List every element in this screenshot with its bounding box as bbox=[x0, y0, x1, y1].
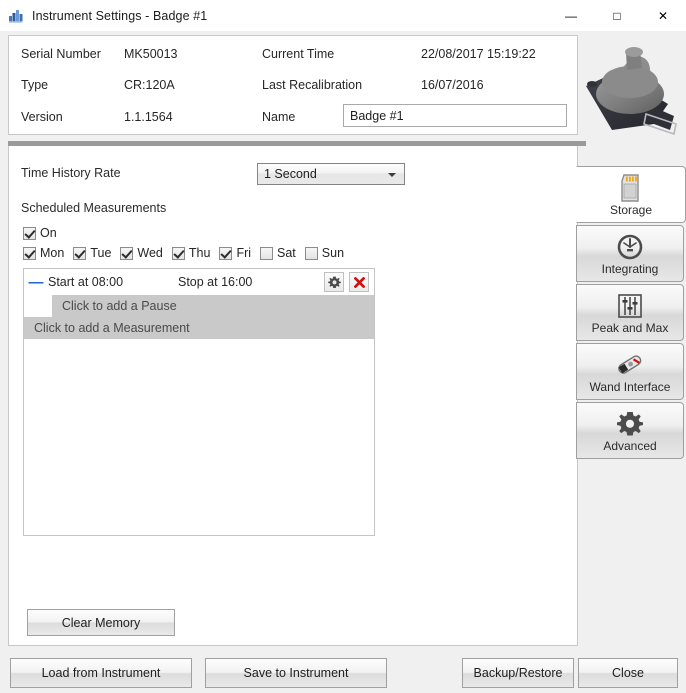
checkbox-thu[interactable]: Thu bbox=[171, 246, 211, 260]
checkbox-thu-box bbox=[171, 246, 185, 260]
tab-integrating[interactable]: Integrating bbox=[576, 225, 684, 282]
checkbox-tue-box bbox=[73, 246, 87, 260]
schedule-settings-button[interactable] bbox=[324, 272, 344, 292]
device-preview-image bbox=[582, 38, 682, 158]
checkbox-thu-label: Thu bbox=[188, 246, 211, 260]
checkbox-fri[interactable]: Fri bbox=[219, 246, 251, 260]
gear-icon bbox=[617, 410, 643, 438]
gear-icon bbox=[327, 276, 341, 288]
title-bar: Instrument Settings - Badge #1 — □ ✕ bbox=[0, 0, 686, 31]
clear-memory-button[interactable]: Clear Memory bbox=[27, 609, 175, 636]
checkbox-sat-box bbox=[260, 246, 274, 260]
checkbox-tue-label: Tue bbox=[90, 246, 112, 260]
footer-button-bar: Load from Instrument Save to Instrument … bbox=[0, 655, 686, 693]
storage-tab-panel: Time History Rate 1 Second Scheduled Mea… bbox=[8, 146, 578, 646]
checkbox-on-box bbox=[23, 226, 36, 240]
version-value: 1.1.1564 bbox=[124, 110, 173, 124]
checkbox-tue[interactable]: Tue bbox=[73, 246, 111, 260]
version-label: Version bbox=[21, 110, 63, 124]
name-label: Name bbox=[262, 110, 296, 124]
gauge-icon bbox=[617, 233, 643, 261]
last-recalibration-label: Last Recalibration bbox=[262, 78, 363, 92]
last-recalibration-value: 16/07/2016 bbox=[421, 78, 484, 92]
current-time-label: Current Time bbox=[262, 47, 335, 61]
window-controls: — □ ✕ bbox=[548, 0, 686, 31]
time-history-rate-select[interactable]: 1 Second bbox=[257, 163, 405, 185]
checkbox-wed[interactable]: Wed bbox=[120, 246, 163, 260]
tab-integrating-label: Integrating bbox=[601, 261, 659, 276]
checkbox-wed-label: Wed bbox=[137, 246, 163, 260]
schedule-start-text: Start at 08:00 bbox=[48, 275, 124, 289]
chevron-down-icon bbox=[388, 173, 396, 177]
checkbox-on[interactable]: On bbox=[23, 226, 57, 240]
maximize-button[interactable]: □ bbox=[594, 0, 640, 31]
time-history-rate-label: Time History Rate bbox=[21, 166, 121, 180]
checkbox-wed-box bbox=[120, 246, 134, 260]
add-pause-row[interactable]: Click to add a Pause bbox=[52, 295, 374, 317]
scheduled-on-row: On bbox=[23, 226, 66, 240]
window-title: Instrument Settings - Badge #1 bbox=[32, 8, 208, 23]
type-value: CR:120A bbox=[124, 78, 175, 92]
settings-tab-strip: Storage Integrating Peak and Max Wand In… bbox=[576, 166, 686, 461]
tab-peak-and-max[interactable]: Peak and Max bbox=[576, 284, 684, 341]
sd-card-icon bbox=[620, 173, 642, 202]
schedule-stop-text: Stop at 16:00 bbox=[178, 275, 253, 289]
tab-storage[interactable]: Storage bbox=[576, 166, 686, 223]
tab-wand-interface[interactable]: Wand Interface bbox=[576, 343, 684, 400]
red-x-icon bbox=[353, 276, 365, 288]
weekday-checkbox-row: Mon Tue Wed Thu Fri Sat Sun bbox=[23, 246, 353, 260]
checkbox-fri-label: Fri bbox=[236, 246, 252, 260]
close-window-button[interactable]: ✕ bbox=[640, 0, 686, 31]
app-chart-icon bbox=[8, 8, 24, 24]
checkbox-mon-box bbox=[23, 246, 36, 260]
checkbox-on-label: On bbox=[40, 226, 57, 240]
save-to-instrument-button[interactable]: Save to Instrument bbox=[205, 658, 387, 688]
schedule-list[interactable]: — Start at 08:00 Stop at 16:00 Click to … bbox=[23, 268, 375, 536]
schedule-delete-button[interactable] bbox=[349, 272, 369, 292]
checkbox-mon[interactable]: Mon bbox=[23, 246, 64, 260]
checkbox-sat[interactable]: Sat bbox=[260, 246, 296, 260]
instrument-name-input[interactable] bbox=[343, 104, 567, 127]
tab-advanced-label: Advanced bbox=[603, 438, 657, 453]
tab-advanced[interactable]: Advanced bbox=[576, 402, 684, 459]
collapse-toggle-icon[interactable]: — bbox=[24, 275, 48, 290]
load-from-instrument-button[interactable]: Load from Instrument bbox=[10, 658, 192, 688]
tab-peak-and-max-label: Peak and Max bbox=[591, 320, 669, 335]
type-label: Type bbox=[21, 78, 49, 92]
checkbox-sun-label: Sun bbox=[321, 246, 345, 260]
checkbox-sat-label: Sat bbox=[277, 246, 296, 260]
schedule-row[interactable]: — Start at 08:00 Stop at 16:00 bbox=[24, 269, 374, 295]
minimize-button[interactable]: — bbox=[548, 0, 594, 31]
checkbox-sun[interactable]: Sun bbox=[304, 246, 345, 260]
wand-icon bbox=[615, 351, 645, 379]
backup-restore-button[interactable]: Backup/Restore bbox=[462, 658, 574, 688]
close-button[interactable]: Close bbox=[578, 658, 678, 688]
sliders-icon bbox=[617, 292, 643, 320]
current-time-value: 22/08/2017 15:19:22 bbox=[421, 47, 536, 61]
tab-storage-label: Storage bbox=[609, 202, 653, 217]
add-measurement-row[interactable]: Click to add a Measurement bbox=[24, 317, 374, 339]
serial-number-label: Serial Number bbox=[21, 47, 101, 61]
checkbox-sun-box bbox=[304, 246, 318, 260]
checkbox-mon-label: Mon bbox=[40, 246, 65, 260]
time-history-rate-value: 1 Second bbox=[264, 167, 317, 181]
tab-wand-interface-label: Wand Interface bbox=[589, 379, 671, 394]
instrument-info-panel: Serial Number MK50013 Current Time 22/08… bbox=[8, 35, 578, 135]
serial-number-value: MK50013 bbox=[124, 47, 178, 61]
scheduled-measurements-label: Scheduled Measurements bbox=[21, 201, 167, 215]
checkbox-fri-box bbox=[219, 246, 233, 260]
